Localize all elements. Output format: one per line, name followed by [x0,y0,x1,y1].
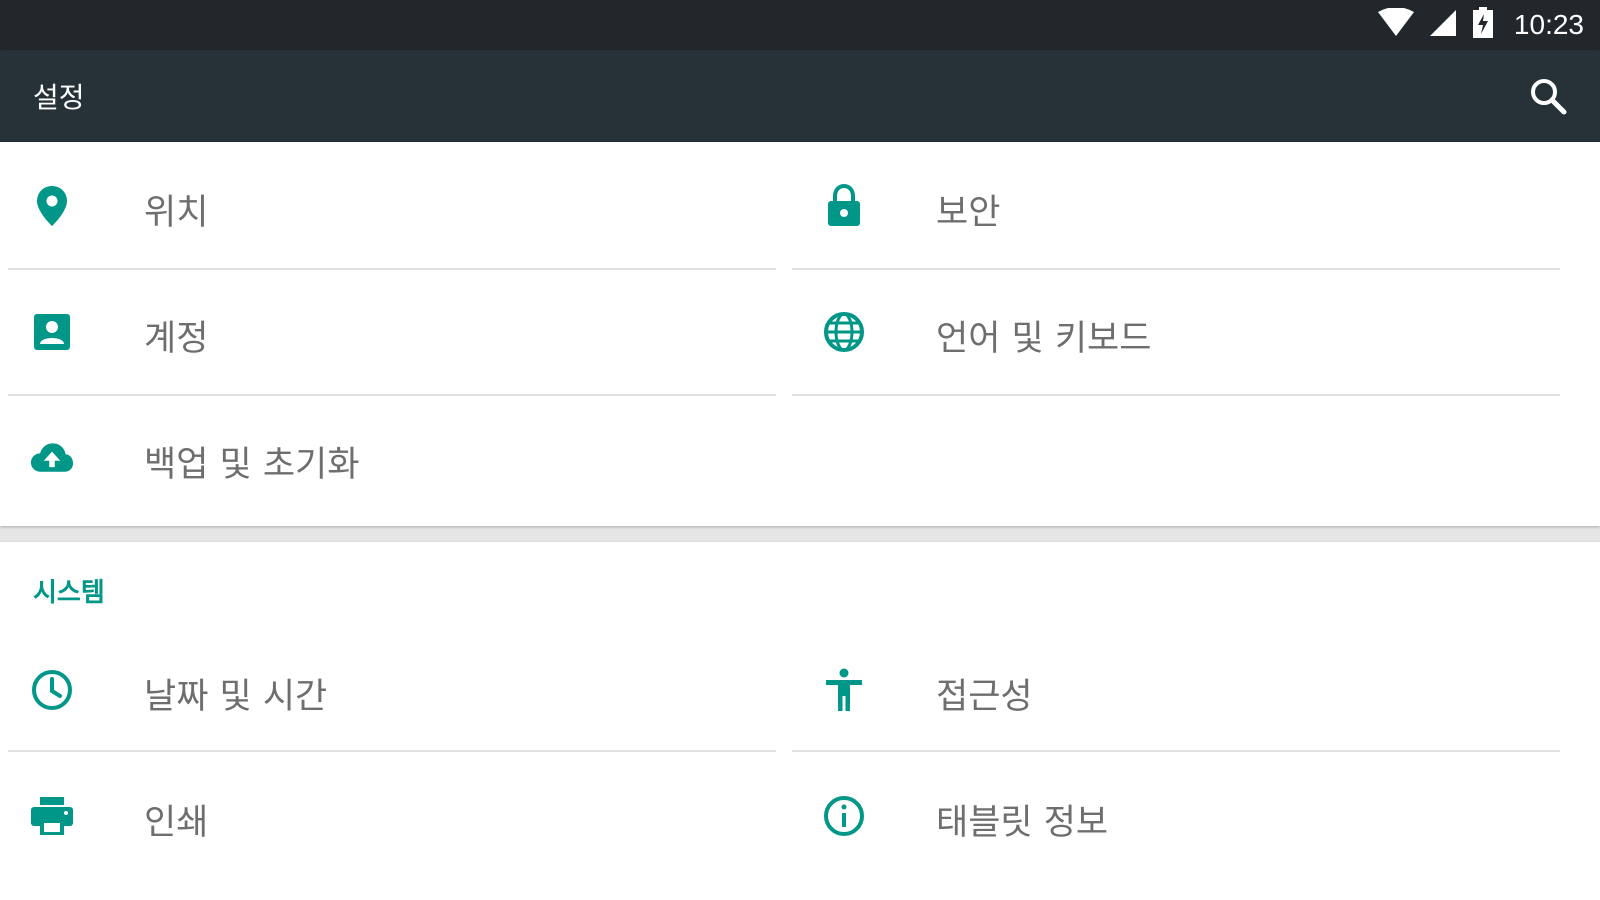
printer-icon [30,794,74,838]
settings-item-label: 보안 [936,193,1001,233]
location-pin-icon [30,184,74,228]
settings-item-label: 언어 및 키보드 [936,319,1152,359]
search-button[interactable] [1524,72,1572,120]
settings-item-label: 백업 및 초기화 [144,445,360,485]
cloud-upload-icon [30,436,74,480]
settings-item-location[interactable]: 위치 [0,142,792,269]
settings-item-label: 태블릿 정보 [936,803,1109,843]
clock-icon [30,668,74,712]
globe-icon [822,310,866,354]
settings-item-tablet-info[interactable]: 태블릿 정보 [792,752,1584,879]
settings-item-label: 계정 [144,319,209,359]
battery-charging-icon [1472,7,1494,43]
accessibility-icon [822,668,866,712]
settings-item-accessibility[interactable]: 접근성 [792,626,1584,753]
page-title: 설정 [33,81,85,114]
lock-icon [822,184,866,228]
settings-item-accounts[interactable]: 계정 [0,268,792,395]
info-icon [822,794,866,838]
settings-item-printing[interactable]: 인쇄 [0,752,792,879]
settings-item-label: 접근성 [936,677,1033,717]
settings-item-label: 위치 [144,193,209,233]
status-bar: 10:23 [0,0,1600,50]
settings-item-label: 인쇄 [144,803,209,843]
wifi-icon [1377,7,1414,42]
status-time: 10:23 [1513,9,1584,40]
personal-settings-card: 위치 보안 계정 언어 및 키보드 백업 및 초기화 [0,142,1600,526]
settings-item-date-time[interactable]: 날짜 및 시간 [0,626,792,753]
settings-item-label: 날짜 및 시간 [144,677,328,717]
account-box-icon [30,310,74,354]
section-header-system: 시스템 [33,578,105,608]
settings-item-backup-reset[interactable]: 백업 및 초기화 [0,394,792,521]
settings-item-security[interactable]: 보안 [792,142,1584,269]
status-icons: 10:23 [1377,0,1584,50]
divider [792,394,1560,396]
cell-signal-icon [1428,8,1458,42]
settings-item-language-keyboard[interactable]: 언어 및 키보드 [792,268,1584,395]
search-icon [1531,79,1567,115]
app-toolbar: 설정 [0,50,1600,142]
system-settings-card: 시스템 날짜 및 시간 접근성 인쇄 태블릿 정보 [0,542,1600,900]
